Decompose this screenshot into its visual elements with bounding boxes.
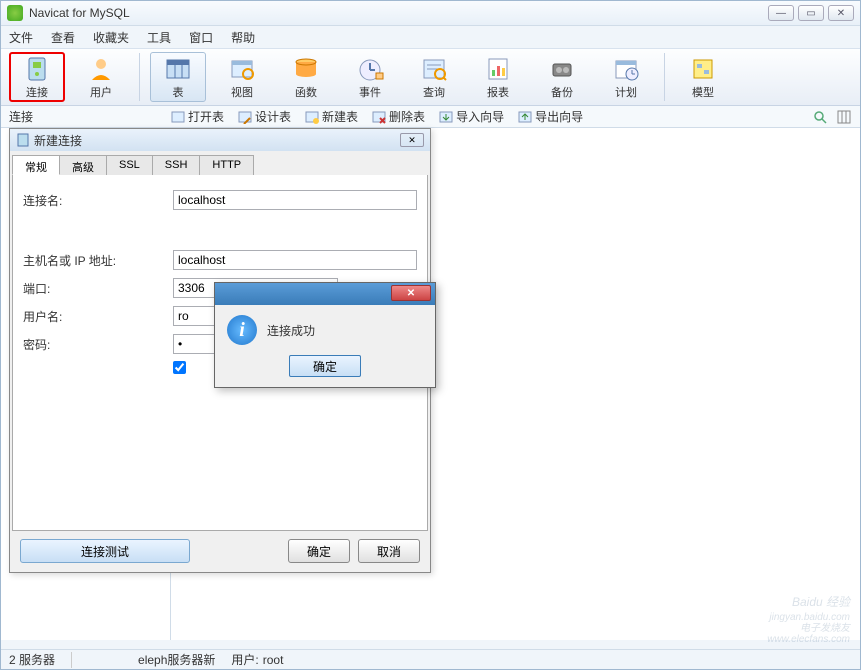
- secondary-toolbar: 连接 打开表 设计表 新建表 删除表 导入向导: [1, 106, 860, 128]
- action-export-wizard[interactable]: 导出向导: [518, 108, 583, 125]
- toolbar-connect[interactable]: 连接: [9, 52, 65, 102]
- menu-help[interactable]: 帮助: [231, 29, 255, 46]
- export-icon: [518, 110, 532, 124]
- tab-ssh[interactable]: SSH: [152, 155, 201, 175]
- minimize-button[interactable]: —: [768, 5, 794, 21]
- function-icon: [292, 56, 320, 82]
- label-user: 用户名:: [23, 308, 173, 325]
- tab-advanced[interactable]: 高级: [59, 155, 107, 175]
- toolbar-table[interactable]: 表: [150, 52, 206, 102]
- toolbar-table-label: 表: [173, 84, 184, 100]
- maximize-button[interactable]: ▭: [798, 5, 824, 21]
- status-user: root: [263, 653, 284, 667]
- label-host: 主机名或 IP 地址:: [23, 252, 173, 269]
- main-toolbar: 连接 用户 表 视图 函数 事件: [1, 48, 860, 106]
- close-button[interactable]: ✕: [828, 5, 854, 21]
- event-icon: [356, 56, 384, 82]
- menu-file[interactable]: 文件: [9, 29, 33, 46]
- info-icon: i: [227, 315, 257, 345]
- msgbox-titlebar: ✕: [215, 283, 435, 305]
- label-password: 密码:: [23, 336, 173, 353]
- import-icon: [439, 110, 453, 124]
- dialog-icon: [16, 133, 30, 147]
- user-icon: [87, 56, 115, 82]
- toolbar-backup[interactable]: 备份: [534, 52, 590, 102]
- menu-view[interactable]: 查看: [51, 29, 75, 46]
- dialog-ok-button[interactable]: 确定: [288, 539, 350, 563]
- dialog-cancel-button[interactable]: 取消: [358, 539, 420, 563]
- app-title: Navicat for MySQL: [29, 6, 768, 20]
- backup-icon: [548, 56, 576, 82]
- label-conn-name: 连接名:: [23, 192, 173, 209]
- toolbar-view-label: 视图: [231, 84, 253, 100]
- message-box: ✕ i 连接成功 确定: [214, 282, 436, 388]
- design-table-icon: [238, 110, 252, 124]
- tab-http[interactable]: HTTP: [199, 155, 254, 175]
- schedule-icon: [612, 56, 640, 82]
- input-host[interactable]: [173, 250, 417, 270]
- dialog-titlebar: 新建连接 ✕: [10, 129, 430, 151]
- table-icon: [164, 56, 192, 82]
- test-connection-button[interactable]: 连接测试: [20, 539, 190, 563]
- toolbar-model-label: 模型: [692, 84, 714, 100]
- menu-favorites[interactable]: 收藏夹: [93, 29, 129, 46]
- toolbar-query-label: 查询: [423, 84, 445, 100]
- toolbar-report-label: 报表: [487, 84, 509, 100]
- action-open-table[interactable]: 打开表: [171, 108, 224, 125]
- app-icon: [7, 5, 23, 21]
- search-icon[interactable]: [812, 109, 828, 125]
- toolbar-backup-label: 备份: [551, 84, 573, 100]
- secondary-label: 连接: [9, 108, 159, 125]
- dialog-title: 新建连接: [34, 132, 400, 149]
- menubar: 文件 查看 收藏夹 工具 窗口 帮助: [1, 26, 860, 48]
- msgbox-text: 连接成功: [267, 322, 315, 339]
- view-icon: [228, 56, 256, 82]
- toolbar-event-label: 事件: [359, 84, 381, 100]
- status-current-server: eleph服务器新: [138, 651, 215, 668]
- input-conn-name[interactable]: [173, 190, 417, 210]
- action-import-wizard[interactable]: 导入向导: [439, 108, 504, 125]
- titlebar: Navicat for MySQL — ▭ ✕: [1, 1, 860, 26]
- connect-icon: [23, 56, 51, 82]
- toolbar-function-label: 函数: [295, 84, 317, 100]
- delete-table-icon: [372, 110, 386, 124]
- menu-tools[interactable]: 工具: [147, 29, 171, 46]
- status-user-label: 用户:: [231, 651, 258, 668]
- toolbar-connect-label: 连接: [26, 84, 48, 100]
- toolbar-event[interactable]: 事件: [342, 52, 398, 102]
- model-icon: [689, 56, 717, 82]
- tab-general[interactable]: 常规: [12, 155, 60, 175]
- dialog-tabs: 常规 高级 SSL SSH HTTP: [10, 151, 430, 175]
- action-delete-table[interactable]: 删除表: [372, 108, 425, 125]
- toolbar-user[interactable]: 用户: [73, 52, 129, 102]
- tab-ssl[interactable]: SSL: [106, 155, 153, 175]
- open-table-icon: [171, 110, 185, 124]
- toolbar-model[interactable]: 模型: [675, 52, 731, 102]
- toolbar-report[interactable]: 报表: [470, 52, 526, 102]
- checkbox-save-password[interactable]: [173, 361, 186, 374]
- toolbar-view[interactable]: 视图: [214, 52, 270, 102]
- grid-icon[interactable]: [836, 109, 852, 125]
- toolbar-function[interactable]: 函数: [278, 52, 334, 102]
- statusbar: 2 服务器 eleph服务器新 用户: root: [1, 649, 860, 669]
- msgbox-ok-button[interactable]: 确定: [289, 355, 361, 377]
- action-design-table[interactable]: 设计表: [238, 108, 291, 125]
- dialog-close-button[interactable]: ✕: [400, 133, 424, 147]
- menu-window[interactable]: 窗口: [189, 29, 213, 46]
- toolbar-query[interactable]: 查询: [406, 52, 462, 102]
- status-servers: 2 服务器: [9, 651, 55, 668]
- new-table-icon: [305, 110, 319, 124]
- report-icon: [484, 56, 512, 82]
- query-icon: [420, 56, 448, 82]
- label-port: 端口:: [23, 280, 173, 297]
- toolbar-schedule[interactable]: 计划: [598, 52, 654, 102]
- toolbar-schedule-label: 计划: [615, 84, 637, 100]
- toolbar-user-label: 用户: [90, 84, 112, 100]
- msgbox-close-button[interactable]: ✕: [391, 285, 431, 301]
- action-new-table[interactable]: 新建表: [305, 108, 358, 125]
